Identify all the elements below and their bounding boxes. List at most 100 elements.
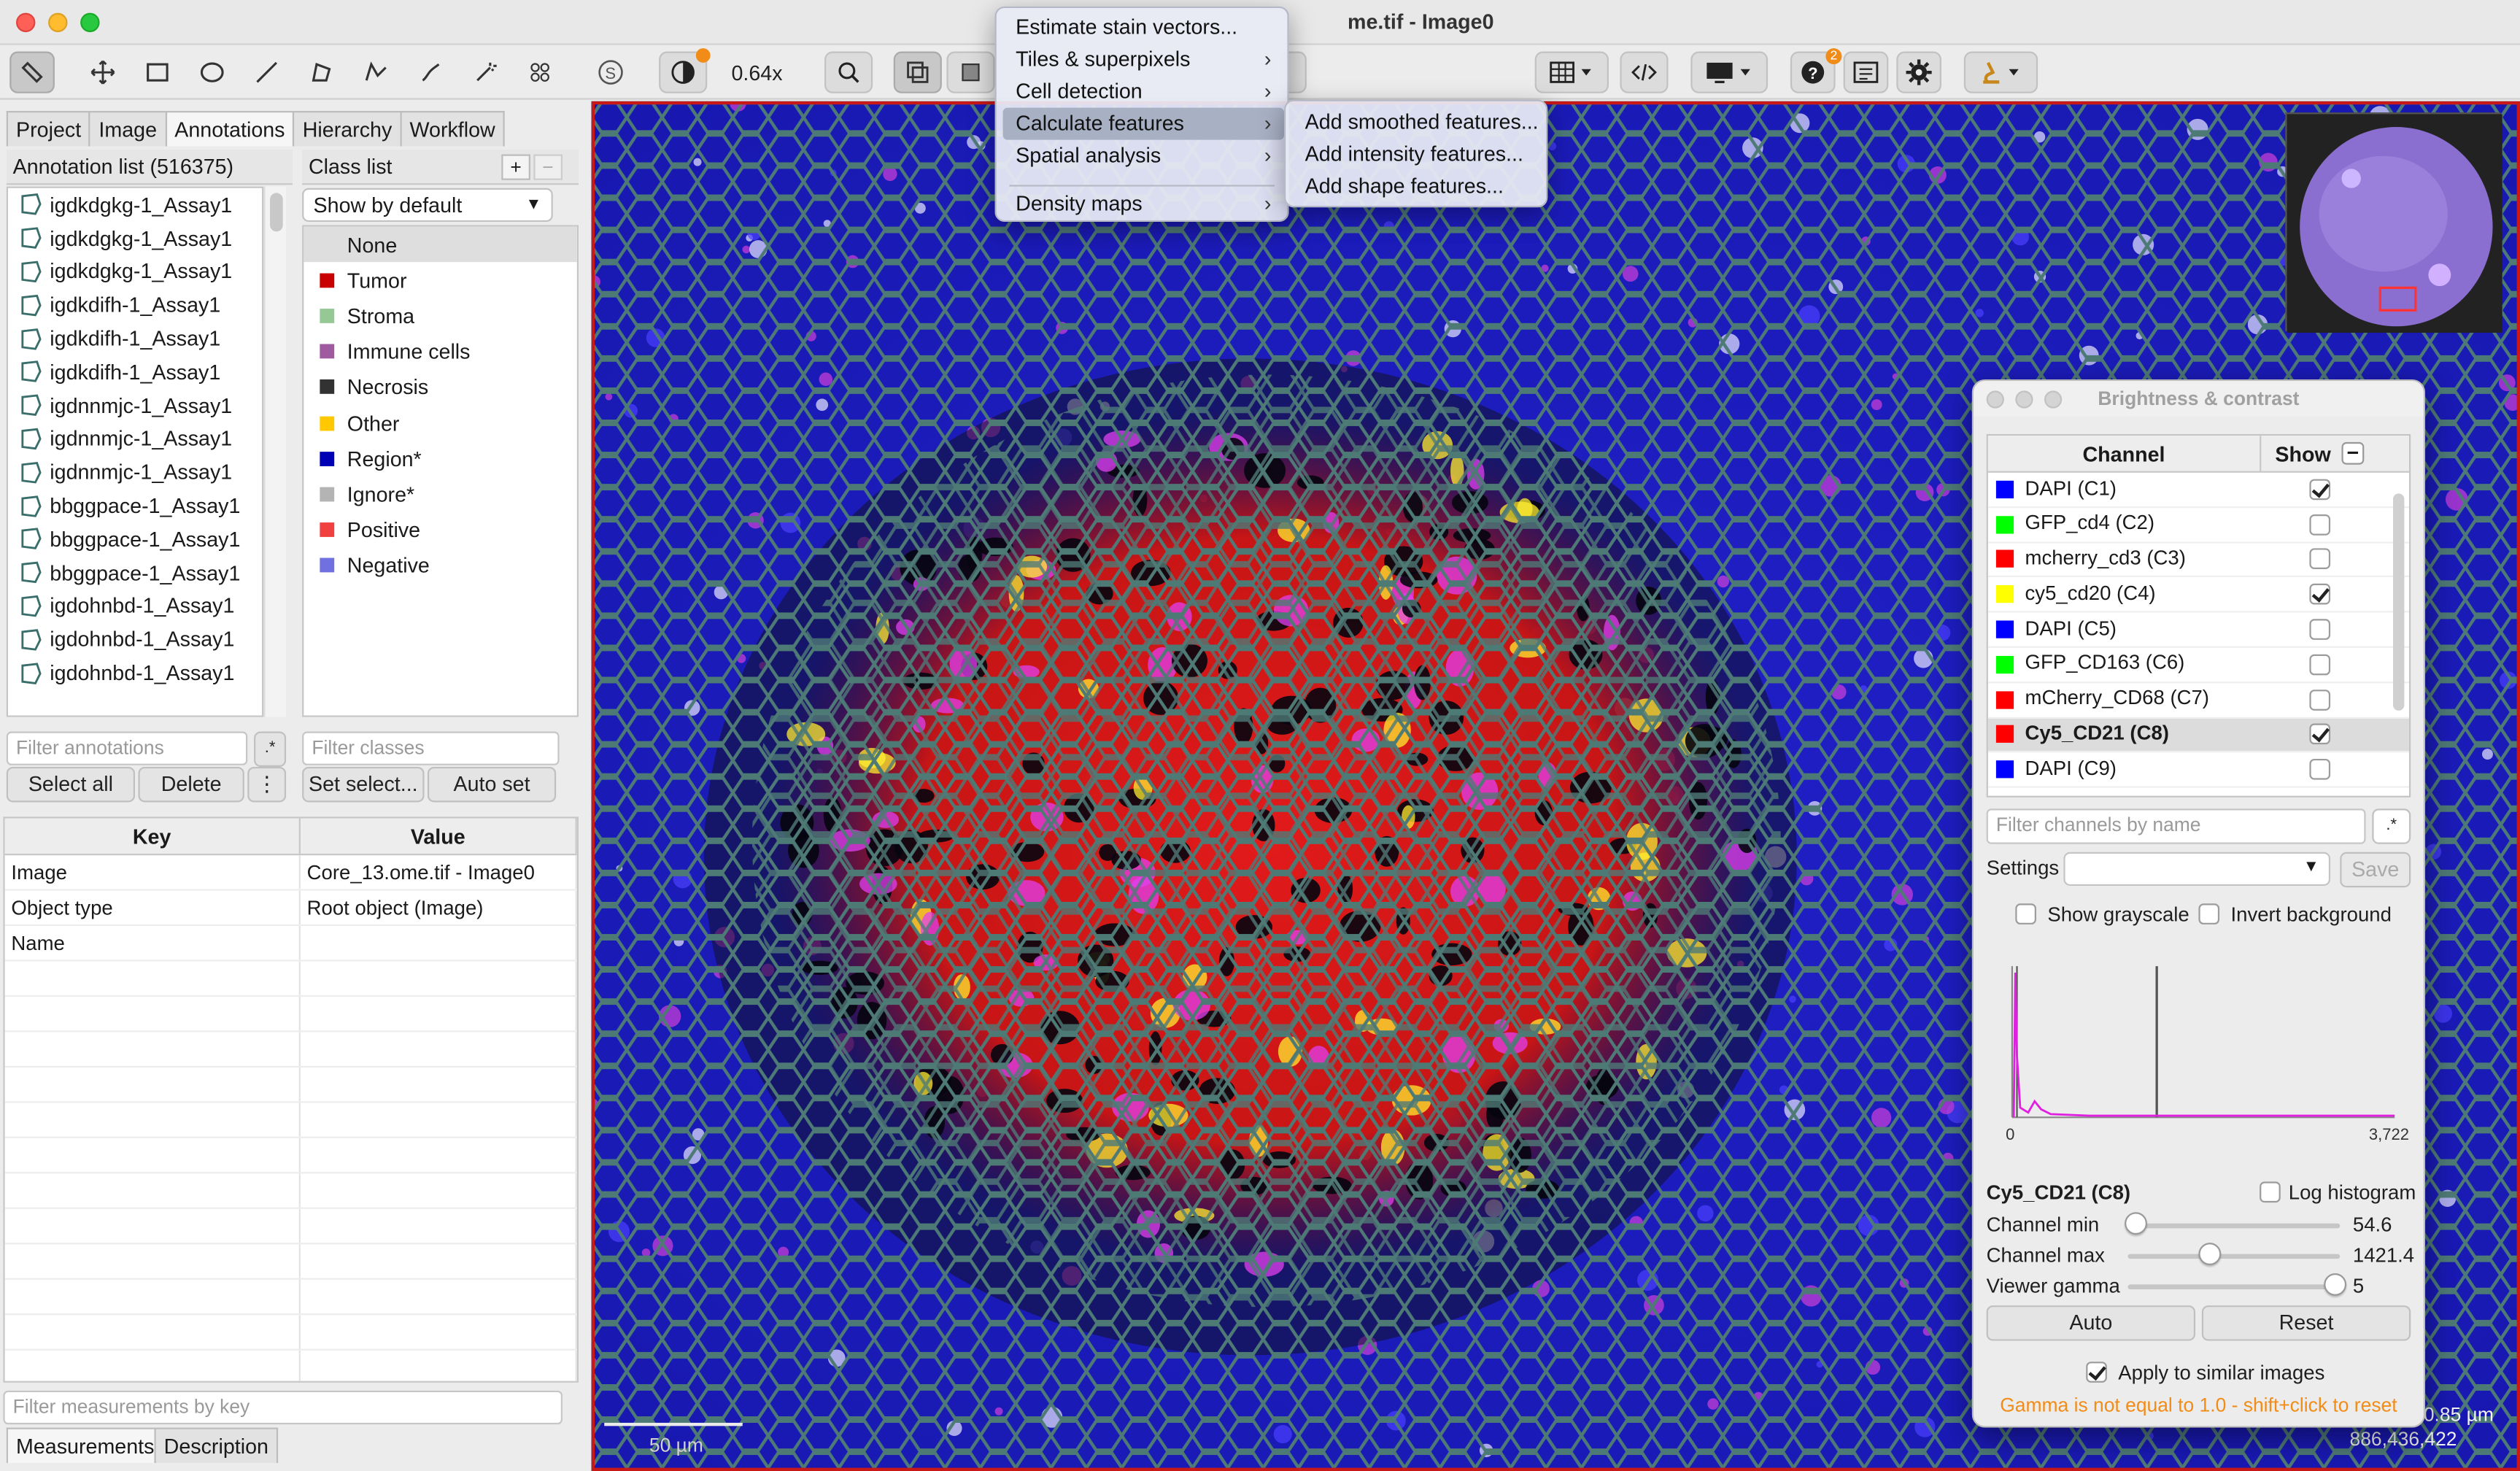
channel-min-knob[interactable]	[2125, 1212, 2147, 1235]
auto-set-button[interactable]: Auto set	[427, 766, 557, 803]
class-item[interactable]: Immune cells	[304, 333, 576, 369]
add-class-button[interactable]: +	[501, 154, 530, 180]
fill-annotations-button[interactable]	[946, 51, 995, 93]
brush-tool-button[interactable]	[409, 52, 454, 93]
class-item[interactable]: Necrosis	[304, 369, 576, 405]
minimize-dialog-button[interactable]	[2015, 390, 2033, 409]
channel-show-checkbox[interactable]	[2308, 619, 2330, 641]
submenu-add-smoothed-features[interactable]: Add smoothed features...	[1292, 106, 1539, 138]
filter-classes-input[interactable]: Filter classes	[302, 731, 560, 765]
save-settings-button[interactable]: Save	[2340, 852, 2411, 888]
annotation-more-button[interactable]: ⋮	[247, 766, 287, 803]
channel-row[interactable]: mCherry_CD68 (C7)	[1987, 683, 2409, 718]
delete-button[interactable]: Delete	[138, 766, 244, 803]
menu-cell-detection[interactable]: Cell detection ›	[1003, 76, 1284, 108]
tab-annotations[interactable]: Annotations	[165, 111, 295, 147]
list-item[interactable]: igdnnmjc-1_Assay1	[8, 422, 262, 456]
class-item[interactable]: Negative	[304, 548, 576, 584]
channel-row[interactable]: DAPI (C5)	[1987, 613, 2409, 648]
menu-spatial-analysis[interactable]: Spatial analysis ›	[1003, 140, 1284, 172]
channel-scroll-thumb[interactable]	[2392, 493, 2405, 711]
rectangle-tool-button[interactable]	[135, 52, 180, 93]
class-item[interactable]: Other	[304, 405, 576, 441]
channel-row[interactable]: mcherry_cd3 (C3)	[1987, 543, 2409, 578]
class-item[interactable]: Ignore*	[304, 476, 576, 512]
channel-min-slider[interactable]	[2127, 1223, 2341, 1229]
grid-button[interactable]	[1534, 51, 1609, 93]
list-item[interactable]: bbggpace-1_Assay1	[8, 522, 262, 556]
channel-show-checkbox[interactable]	[2308, 724, 2330, 746]
regex-annotations-button[interactable]: .*	[254, 731, 287, 767]
channel-show-checkbox[interactable]	[2308, 584, 2330, 606]
submenu-add-shape-features[interactable]: Add shape features...	[1292, 171, 1504, 203]
auto-button[interactable]: Auto	[1986, 1305, 2196, 1341]
channel-show-checkbox[interactable]	[2308, 549, 2330, 571]
script-editor-button[interactable]	[1620, 51, 1669, 93]
menu-tiles-superpixels[interactable]: Tiles & superpixels ›	[1003, 43, 1284, 75]
table-row[interactable]: Image Core_13.ome.tif - Image0	[4, 855, 577, 891]
list-item[interactable]: igdohnbd-1_Assay1	[8, 656, 262, 690]
submenu-add-intensity-features[interactable]: Add intensity features...	[1292, 138, 1523, 170]
tab-description[interactable]: Description	[154, 1427, 279, 1464]
preferences-button[interactable]	[1896, 51, 1941, 93]
list-item[interactable]: bbggpace-1_Assay1	[8, 489, 262, 522]
channel-row[interactable]: DAPI (C9)	[1987, 753, 2409, 788]
ellipse-tool-button[interactable]	[190, 52, 235, 93]
show-annotations-button[interactable]	[893, 51, 942, 93]
viewer-gamma-knob[interactable]	[2324, 1273, 2347, 1296]
display-button[interactable]	[1690, 51, 1769, 93]
menu-calculate-features[interactable]: Calculate features ›	[1002, 107, 1285, 140]
points-tool-button[interactable]	[517, 52, 563, 93]
move-tool-button[interactable]	[80, 52, 125, 93]
invert-background-checkbox[interactable]	[2198, 903, 2220, 924]
menu-estimate-stain-vectors[interactable]: Estimate stain vectors...	[1003, 11, 1284, 43]
channel-scrollbar[interactable]	[2390, 471, 2409, 798]
class-item[interactable]: Tumor	[304, 263, 576, 298]
polyline-tool-button[interactable]	[354, 52, 399, 93]
table-row[interactable]: Name	[4, 926, 577, 962]
annotation-list-scrollbar[interactable]	[263, 186, 287, 717]
zoom-to-fit-button[interactable]	[824, 51, 873, 93]
zoom-dialog-button[interactable]	[2044, 390, 2063, 409]
channel-row[interactable]: GFP_cd4 (C2)	[1987, 508, 2409, 543]
set-select-button[interactable]: Set select...	[302, 766, 425, 803]
log-button[interactable]	[1843, 51, 1889, 93]
channel-max-knob[interactable]	[2198, 1243, 2222, 1265]
menu-density-maps[interactable]: Density maps ›	[1003, 188, 1284, 220]
toggle-all-channels-button[interactable]: −	[2341, 441, 2365, 465]
tab-image[interactable]: Image	[89, 111, 167, 147]
overview-thumbnail[interactable]	[2285, 112, 2502, 333]
filter-channels-input[interactable]: Filter channels by name	[1986, 808, 2366, 844]
list-item[interactable]: igdohnbd-1_Assay1	[8, 590, 262, 623]
tab-workflow[interactable]: Workflow	[400, 111, 505, 147]
line-tool-button[interactable]	[244, 52, 290, 93]
filter-measurements-input[interactable]: Filter measurements by key	[3, 1390, 563, 1425]
list-item[interactable]: igdkdgkg-1_Assay1	[8, 188, 262, 222]
apply-similar-checkbox[interactable]	[2086, 1362, 2107, 1383]
table-row[interactable]: Object type Root object (Image)	[4, 890, 577, 927]
show-grayscale-checkbox[interactable]	[2015, 903, 2036, 924]
list-item[interactable]: igdkdgkg-1_Assay1	[8, 222, 262, 255]
tab-measurements[interactable]: Measurements	[6, 1427, 164, 1464]
channel-row[interactable]: Cy5_CD21 (C8)	[1987, 717, 2409, 753]
selection-mode-button[interactable]: S	[588, 52, 633, 93]
tab-hierarchy[interactable]: Hierarchy	[293, 111, 402, 147]
list-item[interactable]: igdkdifh-1_Assay1	[8, 288, 262, 322]
list-item[interactable]: igdkdgkg-1_Assay1	[8, 255, 262, 288]
polygon-tool-button[interactable]	[299, 52, 344, 93]
class-item[interactable]: Stroma	[304, 298, 576, 333]
class-item[interactable]: Region*	[304, 441, 576, 476]
close-dialog-button[interactable]	[1986, 390, 2004, 409]
channel-max-slider[interactable]	[2127, 1254, 2341, 1259]
list-item[interactable]: igdnnmjc-1_Assay1	[8, 455, 262, 489]
tab-project[interactable]: Project	[6, 111, 91, 147]
filter-annotations-input[interactable]: Filter annotations	[6, 731, 248, 765]
list-item[interactable]: bbggpace-1_Assay1	[8, 556, 262, 590]
select-all-button[interactable]: Select all	[6, 766, 136, 803]
viewer-gamma-slider[interactable]	[2127, 1284, 2341, 1290]
list-item[interactable]: igdkdifh-1_Assay1	[8, 355, 262, 389]
channel-show-checkbox[interactable]	[2308, 654, 2330, 676]
class-item[interactable]: None	[304, 226, 577, 263]
list-item[interactable]: igdkdifh-1_Assay1	[8, 322, 262, 355]
channel-row[interactable]: cy5_cd20 (C4)	[1987, 578, 2409, 613]
